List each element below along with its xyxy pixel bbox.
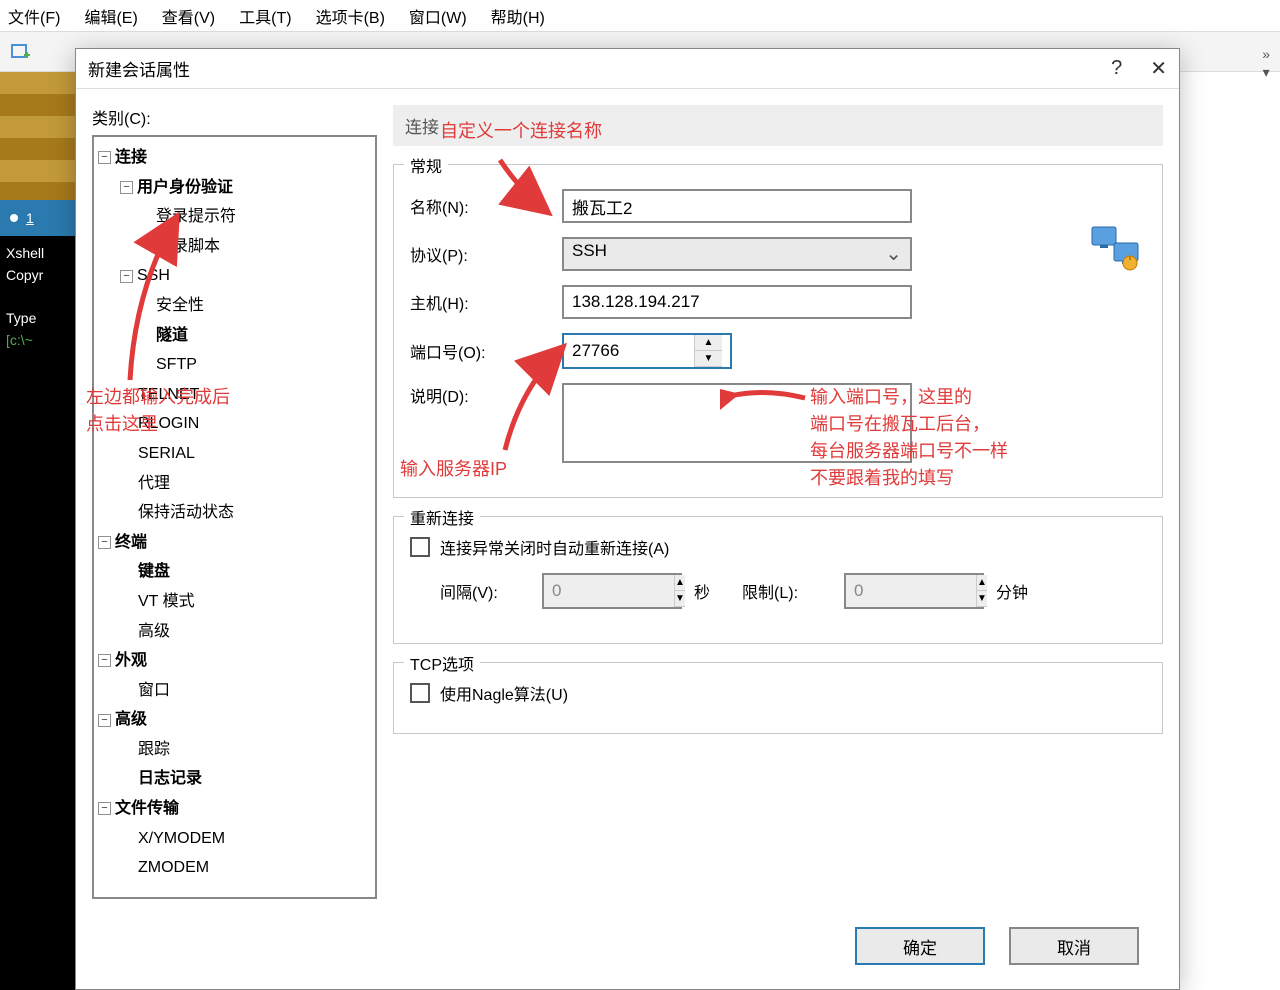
tree-window[interactable]: 窗口 (138, 676, 170, 706)
protocol-select[interactable]: SSH (562, 237, 912, 271)
new-session-icon[interactable] (8, 40, 32, 64)
collapse-icon[interactable]: − (98, 151, 111, 164)
nagle-label: 使用Nagle算法(U) (440, 681, 568, 705)
tree-proxy[interactable]: 代理 (138, 469, 170, 499)
connection-icon (1090, 225, 1144, 278)
terminal-line: Type (6, 307, 69, 329)
ok-button[interactable]: 确定 (855, 927, 985, 965)
dialog-title: 新建会话属性 (88, 56, 190, 81)
dialog-footer: 确定 取消 (76, 915, 1179, 989)
limit-spinner: ▲▼ (844, 573, 984, 609)
toolbar-overflow[interactable]: » ▾ (1262, 46, 1270, 81)
tree-serial[interactable]: SERIAL (138, 439, 195, 469)
section-header: 连接 (393, 105, 1163, 146)
spin-down-icon: ▼ (977, 591, 987, 607)
interval-label: 间隔(V): (440, 579, 530, 603)
collapse-icon[interactable]: − (98, 802, 111, 815)
help-icon[interactable]: ? (1111, 57, 1122, 80)
interval-unit: 秒 (694, 579, 710, 603)
tree-xymodem[interactable]: X/YMODEM (138, 824, 225, 854)
spin-up-icon[interactable]: ▲ (695, 335, 722, 351)
interval-input (544, 575, 674, 607)
tab-label: 1 (26, 210, 34, 226)
tree-logging[interactable]: 日志记录 (138, 764, 202, 794)
tree-keepalive[interactable]: 保持活动状态 (138, 498, 234, 528)
limit-unit: 分钟 (996, 579, 1028, 603)
interval-spinner: ▲▼ (542, 573, 682, 609)
tree-advanced-term[interactable]: 高级 (138, 617, 170, 647)
chevron-down-icon: ▾ (1263, 64, 1270, 81)
menu-tools[interactable]: 工具(T) (239, 4, 291, 28)
terminal[interactable]: Xshell Copyr Type [c:\~ (0, 236, 75, 990)
auto-reconnect-checkbox[interactable] (410, 537, 430, 557)
reconnect-group: 重新连接 连接异常关闭时自动重新连接(A) 间隔(V): ▲▼ 秒 限制(L): (393, 516, 1163, 644)
tab-status-dot (10, 214, 18, 222)
arrow-icon (115, 210, 205, 390)
menu-file[interactable]: 文件(F) (8, 4, 60, 28)
limit-label: 限制(L): (742, 579, 832, 603)
arrow-icon (720, 378, 810, 418)
collapse-icon[interactable]: − (120, 181, 133, 194)
arrow-icon (490, 150, 570, 230)
close-icon[interactable]: ✕ (1150, 56, 1167, 81)
reconnect-legend: 重新连接 (404, 505, 480, 529)
collapse-icon[interactable]: − (98, 536, 111, 549)
background-stripes (0, 72, 75, 200)
menu-view[interactable]: 查看(V) (162, 4, 215, 28)
collapse-icon[interactable]: − (98, 714, 111, 727)
menu-window[interactable]: 窗口(W) (409, 4, 467, 28)
auto-reconnect-label: 连接异常关闭时自动重新连接(A) (440, 535, 669, 559)
spin-up-icon: ▲ (675, 575, 685, 591)
spin-up-icon: ▲ (977, 575, 987, 591)
spin-down-icon: ▼ (675, 591, 685, 607)
menubar: 文件(F) 编辑(E) 查看(V) 工具(T) 选项卡(B) 窗口(W) 帮助(… (0, 0, 1280, 32)
category-label: 类别(C): (92, 105, 377, 129)
menu-edit[interactable]: 编辑(E) (84, 4, 137, 28)
host-input[interactable] (562, 285, 912, 319)
nagle-checkbox[interactable] (410, 683, 430, 703)
menu-tabs[interactable]: 选项卡(B) (316, 4, 385, 28)
tree-auth[interactable]: 用户身份验证 (137, 173, 233, 203)
tree-terminal[interactable]: 终端 (115, 528, 147, 558)
name-input[interactable] (562, 189, 912, 223)
tcp-legend: TCP选项 (404, 651, 480, 675)
terminal-prompt: [c:\~ (6, 329, 69, 351)
tree-advanced[interactable]: 高级 (115, 705, 147, 735)
cancel-button[interactable]: 取消 (1009, 927, 1139, 965)
host-label: 主机(H): (410, 290, 550, 314)
arrow-icon (490, 340, 590, 460)
tree-appearance[interactable]: 外观 (115, 646, 147, 676)
tree-keyboard[interactable]: 键盘 (138, 557, 170, 587)
tree-vt[interactable]: VT 模式 (138, 587, 195, 617)
terminal-line: Copyr (6, 264, 69, 286)
protocol-label: 协议(P): (410, 242, 550, 266)
menu-help[interactable]: 帮助(H) (491, 4, 545, 28)
tree-trace[interactable]: 跟踪 (138, 735, 170, 765)
tree-zmodem[interactable]: ZMODEM (138, 853, 209, 883)
tcp-group: TCP选项 使用Nagle算法(U) (393, 662, 1163, 734)
spin-down-icon[interactable]: ▼ (695, 351, 722, 367)
chevron-right-icon: » (1262, 46, 1270, 62)
tree-connection[interactable]: 连接 (115, 143, 147, 173)
limit-input (846, 575, 976, 607)
general-legend: 常规 (404, 153, 448, 177)
tree-rlogin[interactable]: RLOGIN (138, 409, 199, 439)
terminal-line: Xshell (6, 242, 69, 264)
dialog-titlebar: 新建会话属性 ? ✕ (76, 49, 1179, 89)
collapse-icon[interactable]: − (98, 654, 111, 667)
tree-filetransfer[interactable]: 文件传输 (115, 794, 179, 824)
session-properties-dialog: 新建会话属性 ? ✕ 类别(C): −连接 −用户身份验证 登录提示符 登录脚本… (75, 48, 1180, 990)
